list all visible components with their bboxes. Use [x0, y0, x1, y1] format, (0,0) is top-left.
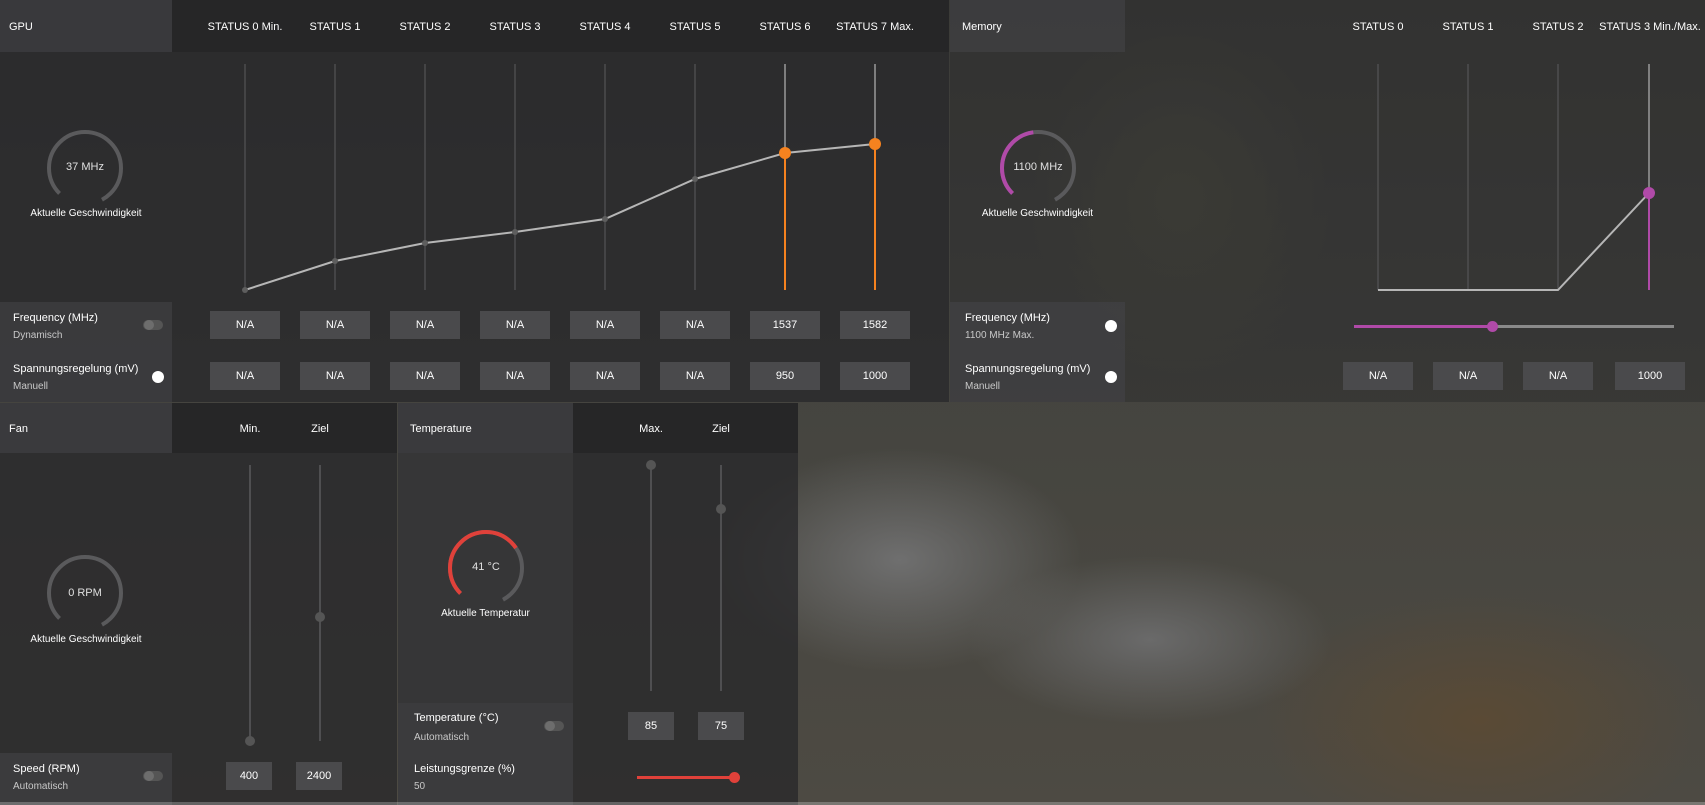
temperature-column-target: Ziel — [712, 423, 730, 435]
gpu-voltage-value-7[interactable]: 1000 — [840, 362, 910, 390]
gpu-frequency-value-4[interactable]: N/A — [570, 311, 640, 339]
temperature-max-value[interactable]: 85 — [628, 712, 674, 740]
gpu-voltage-value-3[interactable]: N/A — [480, 362, 550, 390]
gpu-state-4: STATUS 4 — [579, 21, 631, 33]
fan-speed-label: Speed (RPM) — [13, 763, 80, 775]
gpu-frequency-value-0[interactable]: N/A — [210, 311, 280, 339]
temperature-toggle[interactable] — [544, 721, 564, 731]
fan-gauge-caption: Aktuelle Geschwindigkeit — [30, 634, 142, 645]
fan-gauge-value: 0 RPM — [68, 587, 102, 599]
temperature-sliders[interactable] — [573, 453, 798, 703]
memory-frequency-curve[interactable] — [1125, 52, 1705, 302]
gpu-frequency-mode: Dynamisch — [13, 330, 63, 341]
memory-frequency-mode: 1100 MHz Max. — [965, 330, 1035, 341]
memory-frequency-row-header — [950, 302, 1125, 352]
gpu-frequency-toggle[interactable] — [143, 320, 163, 330]
gpu-state-7-handle[interactable] — [869, 138, 881, 150]
memory-frequency-label: Frequency (MHz) — [965, 312, 1050, 324]
temperature-gauge-caption: Aktuelle Temperatur — [441, 608, 530, 619]
gpu-state-6-handle[interactable] — [779, 147, 791, 159]
gpu-frequency-value-2[interactable]: N/A — [390, 311, 460, 339]
temperature-row-label: Temperature (°C) — [414, 712, 499, 724]
gpu-gauge-value: 37 MHz — [66, 161, 104, 173]
memory-title: Memory — [962, 21, 1002, 33]
power-limit-row-header — [398, 753, 573, 805]
memory-voltage-value-2[interactable]: N/A — [1523, 362, 1593, 390]
power-limit-slider-fill — [637, 776, 735, 779]
temperature-target-value[interactable]: 75 — [698, 712, 744, 740]
gpu-voltage-label: Spannungsregelung (mV) — [13, 363, 139, 375]
gpu-voltage-toggle[interactable] — [152, 371, 164, 383]
fan-title: Fan — [9, 423, 28, 435]
memory-voltage-row-header — [950, 352, 1125, 402]
gpu-frequency-curve[interactable] — [172, 52, 949, 302]
memory-voltage-value-1[interactable]: N/A — [1433, 362, 1503, 390]
gpu-voltage-value-6[interactable]: 950 — [750, 362, 820, 390]
memory-state-0: STATUS 0 — [1352, 21, 1404, 33]
gpu-state-7: STATUS 7 Max. — [836, 21, 914, 33]
gpu-voltage-mode: Manuell — [13, 381, 49, 392]
gpu-voltage-value-5[interactable]: N/A — [660, 362, 730, 390]
gpu-gauge-caption: Aktuelle Geschwindigkeit — [30, 208, 142, 219]
gpu-state-5: STATUS 5 — [669, 21, 721, 33]
temperature-row-mode: Automatisch — [414, 732, 470, 743]
memory-voltage-label: Spannungsregelung (mV) — [965, 363, 1091, 375]
temperature-title: Temperature — [410, 423, 472, 435]
gpu-frequency-value-3[interactable]: N/A — [480, 311, 550, 339]
gpu-state-1: STATUS 1 — [309, 21, 361, 33]
fan-speed-min-value[interactable]: 400 — [226, 762, 272, 790]
memory-voltage-mode: Manuell — [965, 381, 1001, 392]
temperature-gauge-value: 41 °C — [472, 561, 500, 573]
fan-column-target: Ziel — [311, 423, 329, 435]
memory-state-1: STATUS 1 — [1442, 21, 1494, 33]
fan-min-handle[interactable] — [245, 736, 255, 746]
gpu-frequency-value-5[interactable]: N/A — [660, 311, 730, 339]
memory-voltage-toggle[interactable] — [1105, 371, 1117, 383]
fan-target-handle[interactable] — [315, 612, 325, 622]
power-limit-slider-knob[interactable] — [729, 772, 740, 783]
gpu-state-0: STATUS 0 Min. — [207, 21, 283, 33]
power-limit-label: Leistungsgrenze (%) — [414, 763, 515, 775]
gpu-frequency-value-7[interactable]: 1582 — [840, 311, 910, 339]
gpu-frequency-label: Frequency (MHz) — [13, 312, 98, 324]
gpu-frequency-value-1[interactable]: N/A — [300, 311, 370, 339]
temperature-target-handle[interactable] — [716, 504, 726, 514]
gpu-voltage-value-4[interactable]: N/A — [570, 362, 640, 390]
memory-frequency-toggle[interactable] — [1105, 320, 1117, 332]
memory-state-3: STATUS 3 Min./Max. — [1599, 21, 1701, 33]
gpu-voltage-value-2[interactable]: N/A — [390, 362, 460, 390]
gpu-voltage-value-1[interactable]: N/A — [300, 362, 370, 390]
gpu-voltage-value-0[interactable]: N/A — [210, 362, 280, 390]
gpu-state-3: STATUS 3 — [489, 21, 541, 33]
gpu-title: GPU — [9, 21, 33, 33]
gpu-state-2: STATUS 2 — [399, 21, 451, 33]
gpu-voltage-row-header — [0, 352, 172, 402]
gpu-frequency-value-6[interactable]: 1537 — [750, 311, 820, 339]
memory-slider-fill — [1354, 325, 1492, 328]
memory-gauge-value: 1100 MHz — [1013, 161, 1063, 173]
memory-frequency-slider[interactable] — [1354, 321, 1674, 332]
memory-voltage-value-0[interactable]: N/A — [1343, 362, 1413, 390]
memory-state-3-handle[interactable] — [1643, 187, 1655, 199]
memory-voltage-value-3[interactable]: 1000 — [1615, 362, 1685, 390]
fan-speed-toggle[interactable] — [143, 771, 163, 781]
temperature-max-handle[interactable] — [646, 460, 656, 470]
fan-speed-target-value[interactable]: 2400 — [296, 762, 342, 790]
fan-sliders[interactable] — [172, 453, 397, 753]
memory-slider-knob[interactable] — [1486, 321, 1498, 332]
memory-gauge-caption: Aktuelle Geschwindigkeit — [981, 208, 1094, 219]
power-limit-slider[interactable] — [637, 772, 740, 783]
gpu-state-6: STATUS 6 — [759, 21, 811, 33]
fan-speed-mode: Automatisch — [13, 781, 69, 792]
memory-state-2: STATUS 2 — [1532, 21, 1584, 33]
power-limit-value: 50 — [414, 781, 426, 792]
